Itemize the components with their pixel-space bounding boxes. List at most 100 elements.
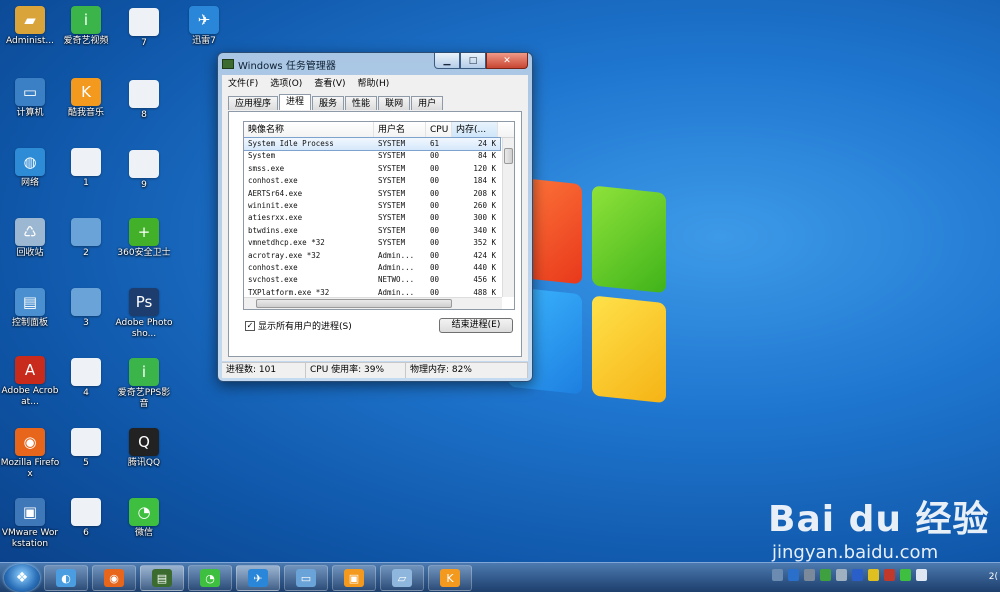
menu-file[interactable]: 文件(F)	[222, 76, 264, 89]
desktop-icon-file-7[interactable]: 7	[114, 8, 174, 49]
sync-icon[interactable]	[900, 569, 911, 581]
taskbar-button-task-manager[interactable]: ▤	[140, 565, 184, 591]
title-bar[interactable]: Windows 任务管理器	[222, 56, 336, 72]
process-row[interactable]: smss.exe SYSTEM 00 120 K	[244, 163, 500, 175]
checkbox-box[interactable]: ✓	[245, 320, 255, 331]
volume-icon[interactable]	[916, 569, 927, 581]
360-tray-icon[interactable]	[868, 569, 879, 581]
start-button[interactable]: ❖	[4, 564, 40, 592]
menu-view[interactable]: 查看(V)	[308, 76, 351, 89]
maximize-button[interactable]: □	[460, 53, 486, 69]
menu-options[interactable]: 选项(O)	[264, 76, 308, 89]
user-folder-icon: ▰	[15, 6, 45, 34]
row-cpu: 00	[430, 188, 440, 198]
row-user-name: SYSTEM	[378, 176, 406, 186]
row-cpu: 00	[430, 262, 440, 272]
desktop-icon-file-2[interactable]: 2	[56, 218, 116, 259]
row-memory: 208 K	[473, 188, 496, 198]
iqiyi-icon: i	[71, 6, 101, 34]
process-row[interactable]: System Idle Process SYSTEM 61 24 K	[244, 136, 501, 152]
desktop-icon-photoshop[interactable]: Ps Adobe Photosho...	[114, 288, 174, 340]
pps-player-icon: i	[129, 358, 159, 386]
show-all-users-checkbox[interactable]: ✓ 显示所有用户的进程(S)	[245, 319, 352, 332]
column-image-name[interactable]: 映像名称	[244, 122, 374, 137]
vmware-icon: ▣	[15, 498, 45, 526]
menu-help[interactable]: 帮助(H)	[352, 76, 396, 89]
process-row[interactable]: wininit.exe SYSTEM 00 260 K	[244, 200, 500, 212]
vertical-scrollbar[interactable]	[502, 138, 514, 297]
process-row[interactable]: conhost.exe Admin... 00 440 K	[244, 262, 500, 274]
taskbar-button-firefox[interactable]: ◉	[92, 565, 136, 591]
process-row[interactable]: atiesrxx.exe SYSTEM 00 300 K	[244, 212, 500, 224]
process-row[interactable]: svchost.exe NETWO... 00 456 K	[244, 274, 500, 286]
tab-users[interactable]: 用户	[411, 96, 444, 110]
process-row[interactable]: System SYSTEM 00 84 K	[244, 150, 500, 162]
network-icon[interactable]	[836, 569, 847, 581]
column-user-name[interactable]: 用户名	[374, 122, 426, 137]
row-cpu: 00	[430, 163, 440, 173]
desktop-icon-recycle-bin[interactable]: ♺ 回收站	[0, 218, 60, 259]
desktop-icon-network[interactable]: ◍ 网络	[0, 148, 60, 189]
tab-performance[interactable]: 性能	[345, 96, 378, 110]
desktop-icon-pps[interactable]: i 爱奇艺PPS影音	[114, 358, 174, 410]
desktop-icon-firefox[interactable]: ◉ Mozilla Firefox	[0, 428, 60, 480]
desktop-icon-file-5[interactable]: 5	[56, 428, 116, 469]
desktop-icon-kuwo[interactable]: K 酷我音乐	[56, 78, 116, 119]
row-user-name: Admin...	[378, 250, 415, 260]
tools-icon[interactable]	[804, 569, 815, 581]
taskbar-button-notepad[interactable]: ▱	[380, 565, 424, 591]
tab-networking[interactable]: 联网	[378, 96, 411, 110]
desktop-icon-file-1[interactable]: 1	[56, 148, 116, 189]
help-icon[interactable]	[788, 569, 799, 581]
minimize-button[interactable]: ▁	[434, 53, 460, 69]
taskbar-button-display[interactable]: ▭	[284, 565, 328, 591]
process-row[interactable]: btwdins.exe SYSTEM 00 340 K	[244, 225, 500, 237]
horizontal-scrollbar[interactable]	[244, 297, 502, 309]
end-process-button[interactable]: 结束进程(E)	[439, 318, 513, 333]
desktop-icon-control-panel[interactable]: ▤ 控制面板	[0, 288, 60, 329]
battery-icon[interactable]	[820, 569, 831, 581]
task-manager-icon: ▤	[152, 569, 172, 587]
bluetooth-icon[interactable]	[852, 569, 863, 581]
document-thumb-icon	[71, 148, 101, 176]
row-user-name: NETWO...	[378, 275, 415, 285]
keyboard-icon[interactable]	[772, 569, 783, 581]
horizontal-scroll-thumb[interactable]	[256, 299, 452, 308]
column-memory[interactable]: 内存(...	[452, 122, 498, 137]
desktop-icon-file-4[interactable]: 4	[56, 358, 116, 399]
desktop-icon-vmware[interactable]: ▣ VMware Workstation	[0, 498, 60, 550]
task-manager-window[interactable]: Windows 任务管理器 ▁ □ ✕ 文件(F) 选项(O) 查看(V) 帮助…	[217, 52, 533, 382]
process-row[interactable]: acrotray.exe *32 Admin... 00 424 K	[244, 250, 500, 262]
desktop-icon-qq[interactable]: Q 腾讯QQ	[114, 428, 174, 469]
column-cpu[interactable]: CPU	[426, 122, 452, 137]
process-row[interactable]: conhost.exe SYSTEM 00 184 K	[244, 175, 500, 187]
desktop-icon-acrobat[interactable]: A Adobe Acrobat...	[0, 356, 60, 408]
desktop-icon-computer[interactable]: ▭ 计算机	[0, 78, 60, 119]
taskbar-button-360-browser[interactable]: ◐	[44, 565, 88, 591]
desktop-icon-administrator[interactable]: ▰ Administ...	[0, 6, 60, 47]
tab-applications[interactable]: 应用程序	[228, 96, 279, 110]
vertical-scroll-thumb[interactable]	[504, 148, 513, 164]
security-icon[interactable]	[884, 569, 895, 581]
taskbar-button-xunlei[interactable]: ✈	[236, 565, 280, 591]
desktop-icon-wechat[interactable]: ◔ 微信	[114, 498, 174, 539]
desktop-icon-xunlei[interactable]: ✈ 迅雷7	[174, 6, 234, 47]
desktop-icon-file-9[interactable]: 9	[114, 150, 174, 191]
taskbar-button-wechat[interactable]: ◔	[188, 565, 232, 591]
close-button[interactable]: ✕	[486, 53, 528, 69]
taskbar-button-vmware[interactable]: ▣	[332, 565, 376, 591]
taskbar: ❖ ◐ ◉ ▤ ◔ ✈ ▭ ▣ ▱ K 2(	[0, 562, 1000, 592]
desktop-icon-iqiyi[interactable]: i 爱奇艺视频	[56, 6, 116, 47]
process-row[interactable]: vmnetdhcp.exe *32 SYSTEM 00 352 K	[244, 237, 500, 249]
desktop-icon-file-3[interactable]: 3	[56, 288, 116, 329]
taskbar-button-kuwo[interactable]: K	[428, 565, 472, 591]
tab-processes[interactable]: 进程	[279, 94, 312, 110]
360-browser-icon: ◐	[56, 569, 76, 587]
desktop-icon-file-6[interactable]: 6	[56, 498, 116, 539]
process-list[interactable]: 映像名称 用户名 CPU 内存(... System Idle Process S…	[243, 121, 515, 310]
desktop-icon-file-8[interactable]: 8	[114, 80, 174, 121]
tab-services[interactable]: 服务	[312, 96, 345, 110]
clock[interactable]: 2(	[989, 572, 998, 582]
desktop-icon-360-safeguard[interactable]: +360安全卫士	[114, 218, 174, 259]
process-row[interactable]: AERTSr64.exe SYSTEM 00 208 K	[244, 188, 500, 200]
